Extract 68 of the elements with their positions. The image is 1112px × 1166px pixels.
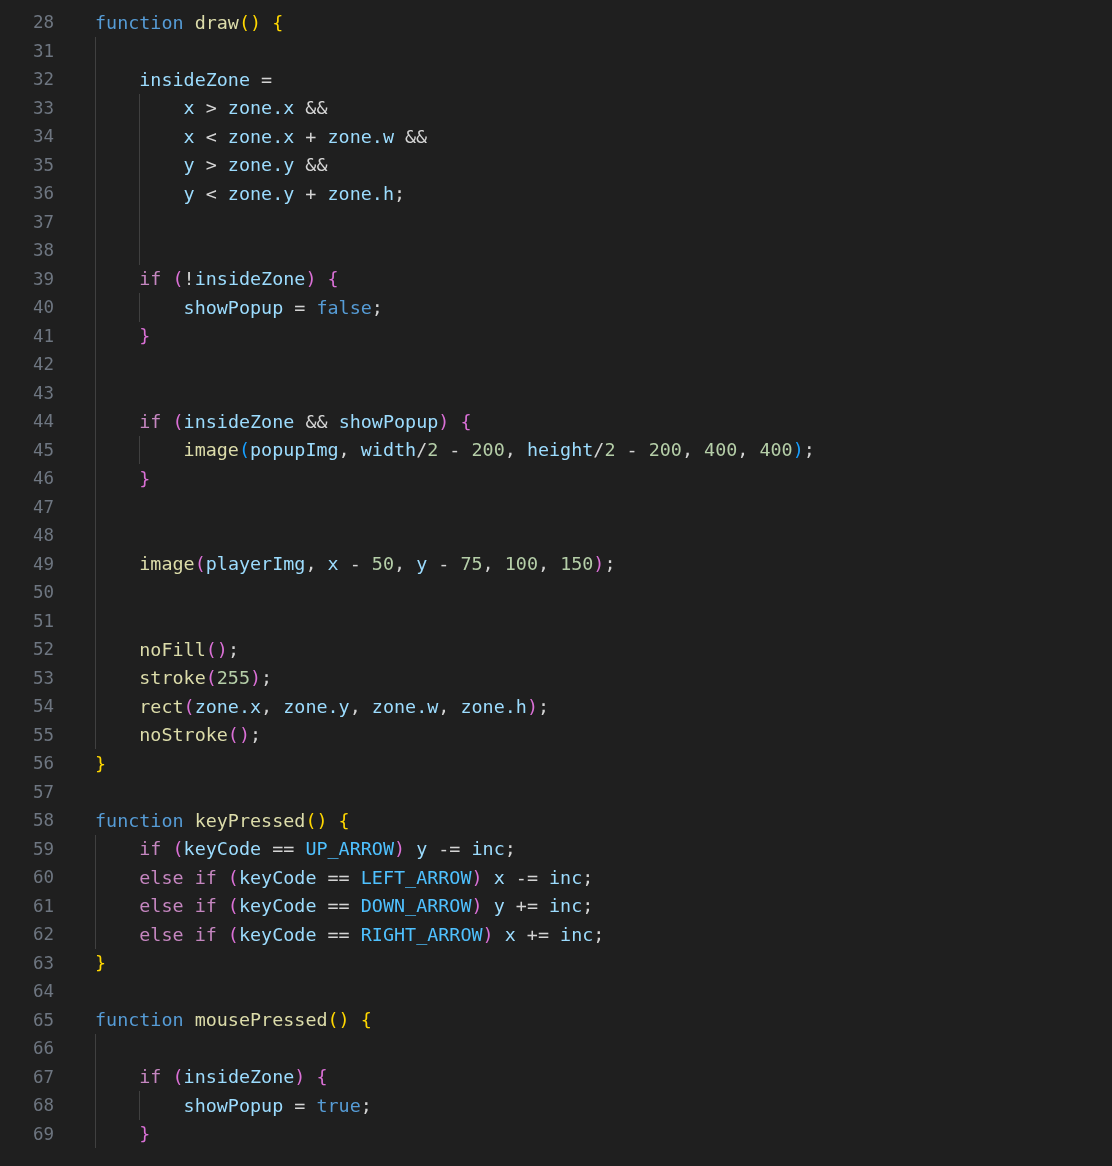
code-line: }: [139, 325, 151, 347]
line-number: 62: [31, 924, 54, 945]
line-number: 39: [31, 268, 54, 289]
code-line: image(popupImg, width/2 - 200, height/2 - 200, 400, 400);: [183, 439, 815, 461]
line-number: 47: [31, 496, 54, 517]
line-number: 53: [31, 667, 54, 688]
line-number: 32: [31, 69, 54, 90]
line-number: 48: [31, 525, 54, 546]
code-line: y < zone.y + zone.h;: [183, 182, 406, 204]
line-number: 68: [31, 1095, 54, 1116]
code-line: rect(zone.x, zone.y, zone.w, zone.h);: [139, 695, 550, 717]
line-number: 58: [31, 810, 54, 831]
code-line: noStroke();: [139, 724, 262, 746]
code-line: }: [139, 1123, 151, 1145]
code-line: function keyPressed() {: [95, 809, 350, 831]
code-line: insideZone =: [139, 68, 273, 90]
code-line: }: [139, 467, 151, 489]
line-number: 59: [31, 838, 54, 859]
code-line: function draw() {: [95, 11, 284, 33]
line-number: 28: [31, 12, 54, 33]
line-number: 54: [31, 696, 54, 717]
line-number: 51: [31, 610, 54, 631]
line-number: 69: [31, 1123, 54, 1144]
code-line: if (insideZone && showPopup) {: [139, 410, 472, 432]
code-line: image(playerImg, x - 50, y - 75, 100, 150);: [139, 553, 616, 575]
line-number: 57: [31, 781, 54, 802]
line-number: 40: [31, 297, 54, 318]
line-number: 42: [31, 354, 54, 375]
line-number: 31: [31, 40, 54, 61]
line-number: 38: [31, 240, 54, 261]
code-line: function mousePressed() {: [95, 1009, 372, 1031]
line-number: 44: [31, 411, 54, 432]
line-number: 43: [31, 382, 54, 403]
code-line: if (keyCode == UP_ARROW) y -= inc;: [139, 838, 516, 860]
line-number: 45: [31, 439, 54, 460]
code-line: else if (keyCode == RIGHT_ARROW) x += inc;: [139, 923, 605, 945]
line-number: 50: [31, 582, 54, 603]
code-line: showPopup = false;: [183, 296, 383, 318]
code-line: }: [95, 752, 107, 774]
line-number: 34: [31, 126, 54, 147]
line-number: 35: [31, 154, 54, 175]
code-line: stroke(255);: [139, 667, 273, 689]
code-line: if (insideZone) {: [139, 1066, 328, 1088]
line-number: 60: [31, 867, 54, 888]
code-line: x > zone.x &&: [183, 97, 328, 119]
code-line: x < zone.x + zone.w &&: [183, 125, 428, 147]
line-number: 41: [31, 325, 54, 346]
line-number: 66: [31, 1038, 54, 1059]
line-number: 56: [31, 753, 54, 774]
line-number: 64: [31, 981, 54, 1002]
code-line: else if (keyCode == DOWN_ARROW) y += inc;: [139, 895, 594, 917]
code-line: if (!insideZone) {: [139, 268, 339, 290]
code-line: showPopup = true;: [183, 1094, 372, 1116]
line-number: 33: [31, 97, 54, 118]
line-number: 55: [31, 724, 54, 745]
line-number: 46: [31, 468, 54, 489]
line-number: 65: [31, 1009, 54, 1030]
code-line: noFill();: [139, 638, 239, 660]
line-number: 63: [31, 952, 54, 973]
line-number: 61: [31, 895, 54, 916]
line-number: 49: [31, 553, 54, 574]
line-number: 36: [31, 183, 54, 204]
line-number: 67: [31, 1066, 54, 1087]
line-number: 52: [31, 639, 54, 660]
line-number: 37: [31, 211, 54, 232]
code-line: else if (keyCode == LEFT_ARROW) x -= inc;: [139, 866, 594, 888]
code-line: }: [95, 952, 107, 974]
code-line: y > zone.y &&: [183, 154, 328, 176]
